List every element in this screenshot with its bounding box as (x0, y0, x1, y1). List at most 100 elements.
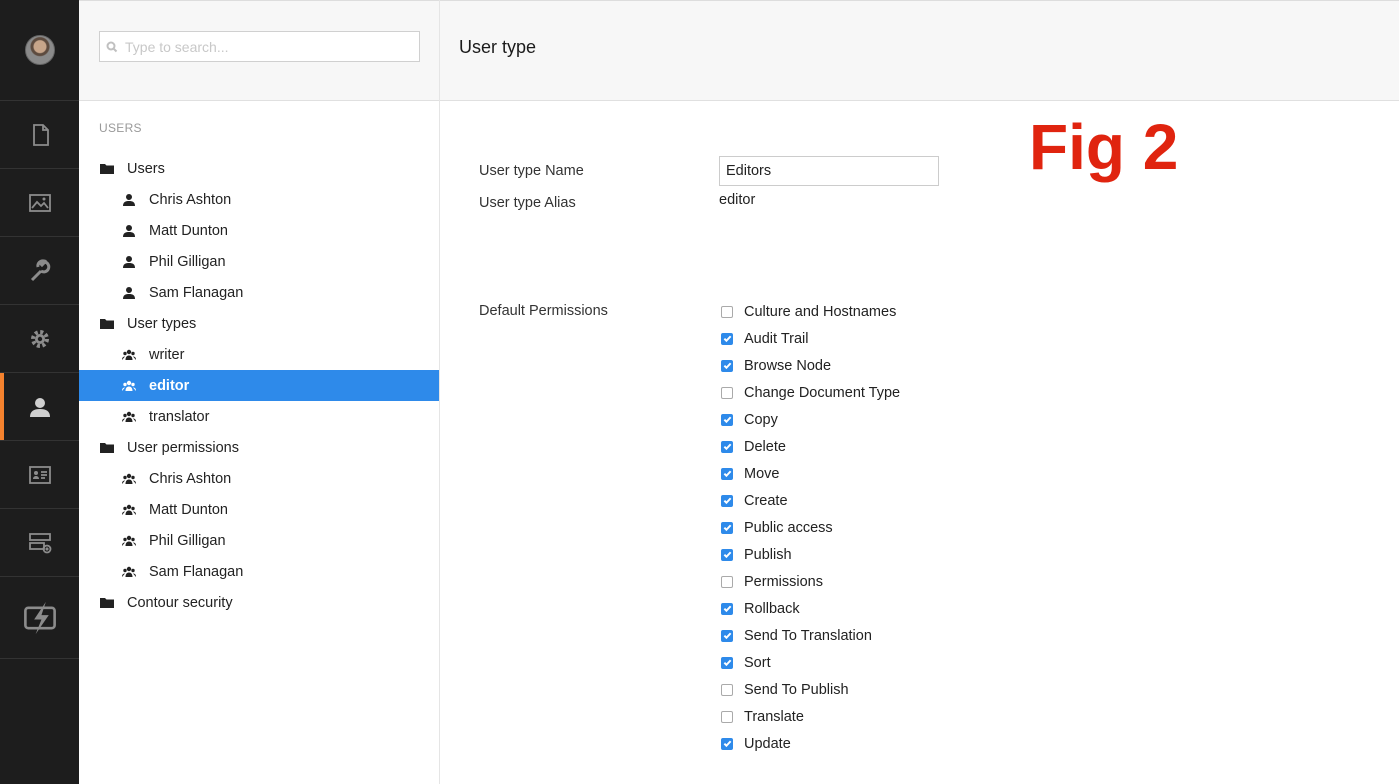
default-permissions-label: Default Permissions (479, 303, 608, 319)
permission-item[interactable]: Move (720, 460, 900, 487)
permission-item[interactable]: Update (720, 730, 900, 757)
user-type-name-input[interactable] (719, 156, 939, 186)
check-icon (723, 470, 731, 478)
permission-checkbox[interactable] (721, 494, 733, 507)
section-members[interactable] (0, 441, 79, 509)
tree-folder-user-types[interactable]: User types (79, 308, 439, 339)
avatar[interactable] (24, 35, 55, 65)
permission-label: Create (744, 492, 788, 509)
permission-checkbox[interactable] (721, 359, 733, 372)
tree-user-permission[interactable]: Chris Ashton (79, 463, 439, 494)
user-type-name-row: User type Name (479, 156, 939, 186)
tree-user-permission[interactable]: Phil Gilligan (79, 525, 439, 556)
search-box[interactable] (99, 31, 420, 62)
tree-folder-users[interactable]: Users (79, 153, 439, 184)
permission-checkbox[interactable] (721, 602, 733, 615)
document-icon (32, 123, 49, 146)
permission-checkbox[interactable] (721, 629, 733, 642)
user-type-alias-label: User type Alias (479, 195, 576, 211)
tree-user[interactable]: Sam Flanagan (79, 277, 439, 308)
editor-panel: User type Fig 2 User type Name User type… (440, 0, 1399, 784)
tree-folder-user-permissions[interactable]: User permissions (79, 432, 439, 463)
section-forms[interactable] (0, 509, 79, 577)
user-type-alias-value: editor (719, 192, 756, 208)
permission-item[interactable]: Create (720, 487, 900, 514)
tree-node-label: editor (149, 377, 190, 394)
permission-checkbox[interactable] (721, 548, 733, 561)
permission-checkbox[interactable] (721, 467, 733, 480)
permission-checkbox[interactable] (721, 440, 733, 453)
tree-user-type[interactable]: writer (79, 339, 439, 370)
permission-item[interactable]: Sort (720, 649, 900, 676)
permission-label: Culture and Hostnames (744, 303, 897, 320)
permission-item[interactable]: Translate (720, 703, 900, 730)
tree-root-label: USERS (99, 121, 142, 135)
user-icon (121, 254, 137, 270)
tree-user[interactable]: Chris Ashton (79, 184, 439, 215)
check-icon (723, 632, 731, 640)
permission-checkbox[interactable] (721, 413, 733, 426)
section-content[interactable] (0, 101, 79, 169)
permission-item[interactable]: Delete (720, 433, 900, 460)
tree-user[interactable]: Matt Dunton (79, 215, 439, 246)
tree-user[interactable]: Phil Gilligan (79, 246, 439, 277)
permission-item[interactable]: Send To Translation (720, 622, 900, 649)
tree-node-label: Sam Flanagan (149, 284, 244, 301)
section-developer[interactable] (0, 305, 79, 373)
tree-folder-contour-security[interactable]: Contour security (79, 587, 439, 618)
tree-node-label: Chris Ashton (149, 191, 232, 208)
check-icon (723, 605, 731, 613)
section-media[interactable] (0, 169, 79, 237)
tree-node-label: Phil Gilligan (149, 532, 226, 549)
permission-item[interactable]: Permissions (720, 568, 900, 595)
permission-item[interactable]: Copy (720, 406, 900, 433)
tree-node-label: translator (149, 408, 210, 425)
section-contour[interactable] (0, 577, 79, 659)
search-icon (106, 41, 118, 52)
permission-item[interactable]: Browse Node (720, 352, 900, 379)
permission-item[interactable]: Rollback (720, 595, 900, 622)
users-group-icon (121, 564, 137, 580)
permission-checkbox[interactable] (721, 656, 733, 669)
permission-checkbox[interactable] (721, 386, 733, 399)
permission-label: Publish (744, 546, 792, 563)
permission-item[interactable]: Culture and Hostnames (720, 298, 900, 325)
tree-user-permission[interactable]: Matt Dunton (79, 494, 439, 525)
permission-checkbox[interactable] (721, 710, 733, 723)
tree-node-label: writer (149, 346, 185, 363)
user-icon (121, 192, 137, 208)
permission-checkbox[interactable] (721, 521, 733, 534)
page-title: User type (459, 37, 537, 57)
permission-label: Audit Trail (744, 330, 809, 347)
permission-checkbox[interactable] (721, 305, 733, 318)
users-group-icon (121, 378, 137, 394)
permission-item[interactable]: Public access (720, 514, 900, 541)
check-icon (723, 416, 731, 424)
figure-annotation: Fig 2 (1029, 111, 1179, 183)
check-icon (723, 659, 731, 667)
permission-item[interactable]: Change Document Type (720, 379, 900, 406)
tree-panel: USERS Users Chris Ashton Matt Dunton Phi… (79, 0, 440, 784)
permission-item[interactable]: Send To Publish (720, 676, 900, 703)
permission-item[interactable]: Audit Trail (720, 325, 900, 352)
permission-checkbox[interactable] (721, 575, 733, 588)
default-permissions-row: Default Permissions (479, 303, 719, 319)
permission-checkbox[interactable] (721, 332, 733, 345)
permission-item[interactable]: Publish (720, 541, 900, 568)
section-settings[interactable] (0, 237, 79, 305)
editor-header: User type (440, 0, 1399, 101)
permissions-list: Culture and Hostnames Audit Trail Browse N… (720, 298, 900, 757)
section-users[interactable] (0, 373, 79, 441)
permission-checkbox[interactable] (721, 737, 733, 750)
permission-label: Copy (744, 411, 778, 428)
check-icon (723, 443, 731, 451)
tree-user-permission[interactable]: Sam Flanagan (79, 556, 439, 587)
tree-user-type[interactable]: translator (79, 401, 439, 432)
search-input[interactable] (125, 38, 405, 55)
permission-checkbox[interactable] (721, 683, 733, 696)
tree-user-type-selected[interactable]: editor (79, 370, 439, 401)
folder-icon (99, 440, 115, 456)
permission-label: Rollback (744, 600, 800, 617)
member-card-icon (28, 465, 51, 484)
permission-label: Update (744, 735, 791, 752)
